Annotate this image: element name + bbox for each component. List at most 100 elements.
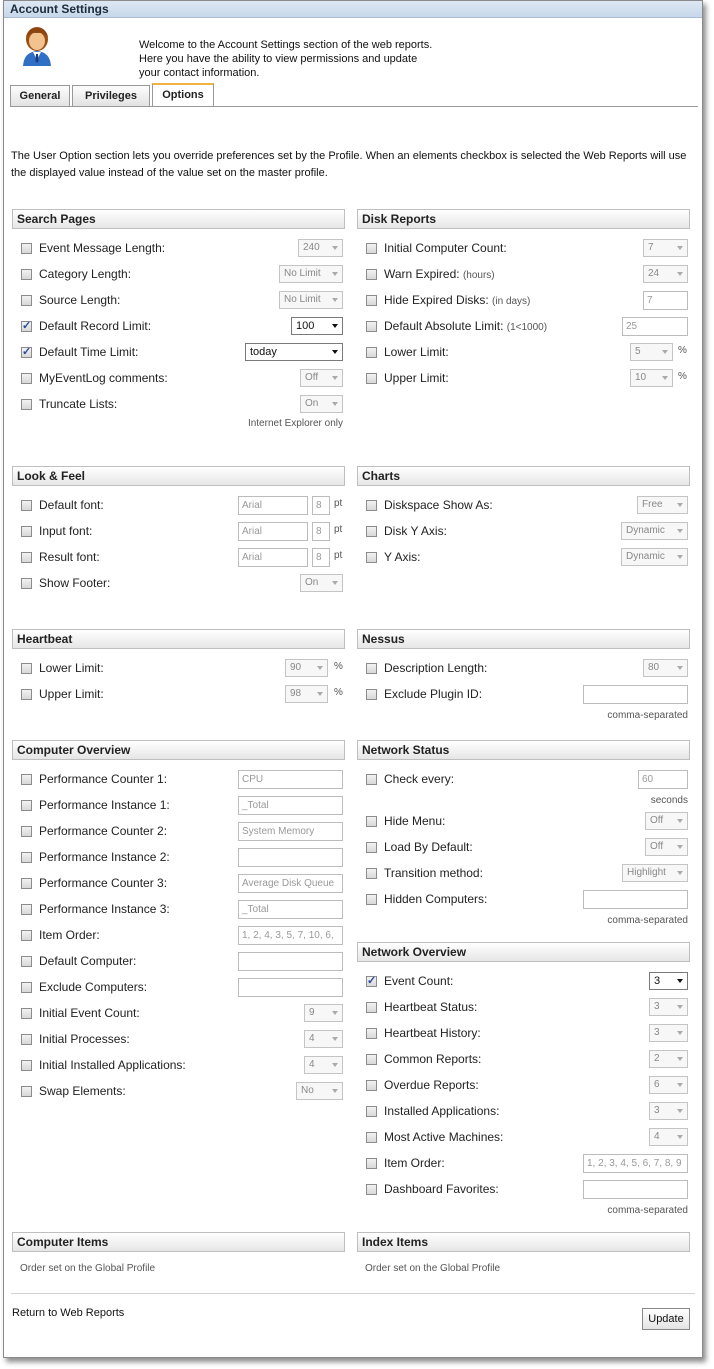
checkbox[interactable] bbox=[366, 1158, 377, 1169]
most-active-machines-select[interactable]: 4 bbox=[649, 1128, 688, 1146]
checkbox[interactable] bbox=[366, 500, 377, 511]
initial-installed-apps-select[interactable]: 4 bbox=[304, 1056, 343, 1074]
diskspace-show-as-select[interactable]: Free bbox=[637, 496, 688, 514]
tab-privileges[interactable]: Privileges bbox=[72, 85, 150, 106]
disk-y-axis-select[interactable]: Dynamic bbox=[621, 522, 688, 540]
perf-instance-1-input[interactable]: _Total bbox=[238, 796, 343, 815]
lower-limit-select[interactable]: 5 bbox=[630, 343, 673, 361]
checkbox[interactable] bbox=[366, 347, 377, 358]
initial-processes-select[interactable]: 4 bbox=[304, 1030, 343, 1048]
checkbox[interactable] bbox=[21, 1060, 32, 1071]
default-time-limit-select[interactable]: today bbox=[245, 343, 343, 361]
checkbox[interactable] bbox=[21, 269, 32, 280]
initial-computer-count-select[interactable]: 7 bbox=[643, 239, 688, 257]
perf-instance-2-input[interactable] bbox=[238, 848, 343, 867]
checkbox[interactable] bbox=[366, 663, 377, 674]
checkbox[interactable] bbox=[366, 373, 377, 384]
heartbeat-history-select[interactable]: 3 bbox=[649, 1024, 688, 1042]
checkbox[interactable] bbox=[21, 295, 32, 306]
checkbox[interactable] bbox=[21, 774, 32, 785]
checkbox[interactable] bbox=[366, 1054, 377, 1065]
exclude-computers-input[interactable] bbox=[238, 978, 343, 997]
checkbox[interactable] bbox=[21, 373, 32, 384]
checkbox[interactable] bbox=[21, 826, 32, 837]
checkbox[interactable] bbox=[21, 578, 32, 589]
exclude-plugin-id-input[interactable] bbox=[583, 685, 688, 704]
installed-applications-select[interactable]: 3 bbox=[649, 1102, 688, 1120]
dashboard-favorites-input[interactable] bbox=[583, 1180, 688, 1199]
checkbox[interactable] bbox=[366, 1028, 377, 1039]
checkbox[interactable] bbox=[21, 552, 32, 563]
checkbox[interactable] bbox=[21, 904, 32, 915]
checkbox[interactable] bbox=[21, 689, 32, 700]
checkbox[interactable] bbox=[366, 269, 377, 280]
input-font-input[interactable]: Arial bbox=[238, 522, 308, 541]
checkbox[interactable] bbox=[21, 345, 32, 358]
default-record-limit-select[interactable]: 100 bbox=[291, 317, 343, 335]
event-count-select[interactable]: 3 bbox=[649, 972, 688, 990]
checkbox[interactable] bbox=[366, 894, 377, 905]
checkbox[interactable] bbox=[366, 1132, 377, 1143]
heartbeat-status-select[interactable]: 3 bbox=[649, 998, 688, 1016]
hide-menu-select[interactable]: Off bbox=[645, 812, 688, 830]
initial-event-count-select[interactable]: 9 bbox=[304, 1004, 343, 1022]
source-length-select[interactable]: No Limit bbox=[279, 291, 343, 309]
truncate-lists-select[interactable]: On bbox=[300, 395, 343, 413]
checkbox[interactable] bbox=[366, 321, 377, 332]
checkbox[interactable] bbox=[366, 1106, 377, 1117]
checkbox[interactable] bbox=[21, 319, 32, 332]
network-item-order-input[interactable]: 1, 2, 3, 4, 5, 6, 7, 8, 9 bbox=[583, 1154, 688, 1173]
check-every-input[interactable]: 60 bbox=[638, 770, 688, 789]
checkbox[interactable] bbox=[21, 1034, 32, 1045]
checkbox[interactable] bbox=[21, 852, 32, 863]
checkbox[interactable] bbox=[21, 399, 32, 410]
heartbeat-lower-limit-select[interactable]: 90 bbox=[285, 659, 328, 677]
transition-method-select[interactable]: Highlight bbox=[622, 864, 688, 882]
description-length-select[interactable]: 80 bbox=[643, 659, 688, 677]
checkbox[interactable] bbox=[21, 800, 32, 811]
checkbox[interactable] bbox=[366, 1080, 377, 1091]
result-font-input[interactable]: Arial bbox=[238, 548, 308, 567]
checkbox[interactable] bbox=[21, 1008, 32, 1019]
perf-counter-3-input[interactable]: Average Disk Queue bbox=[238, 874, 343, 893]
checkbox[interactable] bbox=[366, 842, 377, 853]
default-font-input[interactable]: Arial bbox=[238, 496, 308, 515]
y-axis-select[interactable]: Dynamic bbox=[621, 548, 688, 566]
checkbox[interactable] bbox=[21, 956, 32, 967]
perf-instance-3-input[interactable]: _Total bbox=[238, 900, 343, 919]
item-order-input[interactable]: 1, 2, 4, 3, 5, 7, 10, 6, bbox=[238, 926, 343, 945]
tab-general[interactable]: General bbox=[10, 85, 70, 106]
checkbox[interactable] bbox=[366, 1002, 377, 1013]
checkbox[interactable] bbox=[366, 689, 377, 700]
checkbox[interactable] bbox=[366, 974, 377, 987]
perf-counter-2-input[interactable]: System Memory bbox=[238, 822, 343, 841]
checkbox[interactable] bbox=[21, 243, 32, 254]
warn-expired-select[interactable]: 24 bbox=[643, 265, 688, 283]
perf-counter-1-input[interactable]: CPU bbox=[238, 770, 343, 789]
event-message-length-select[interactable]: 240 bbox=[298, 239, 343, 257]
upper-limit-select[interactable]: 10 bbox=[630, 369, 673, 387]
checkbox[interactable] bbox=[21, 1086, 32, 1097]
checkbox[interactable] bbox=[21, 878, 32, 889]
checkbox[interactable] bbox=[21, 982, 32, 993]
checkbox[interactable] bbox=[366, 295, 377, 306]
default-font-size-input[interactable]: 8 bbox=[312, 496, 330, 515]
return-to-web-reports-link[interactable]: Return to Web Reports bbox=[12, 1307, 124, 1319]
checkbox[interactable] bbox=[366, 243, 377, 254]
show-footer-select[interactable]: On bbox=[300, 574, 343, 592]
update-button[interactable]: Update bbox=[642, 1308, 690, 1330]
hide-expired-disks-input[interactable]: 7 bbox=[643, 291, 688, 310]
load-by-default-select[interactable]: Off bbox=[645, 838, 688, 856]
checkbox[interactable] bbox=[366, 816, 377, 827]
checkbox[interactable] bbox=[366, 868, 377, 879]
checkbox[interactable] bbox=[366, 526, 377, 537]
heartbeat-upper-limit-select[interactable]: 98 bbox=[285, 685, 328, 703]
default-computer-input[interactable] bbox=[238, 952, 343, 971]
myeventlog-comments-select[interactable]: Off bbox=[300, 369, 343, 387]
checkbox[interactable] bbox=[21, 500, 32, 511]
category-length-select[interactable]: No Limit bbox=[279, 265, 343, 283]
checkbox[interactable] bbox=[21, 930, 32, 941]
common-reports-select[interactable]: 2 bbox=[649, 1050, 688, 1068]
input-font-size-input[interactable]: 8 bbox=[312, 522, 330, 541]
default-absolute-limit-input[interactable]: 25 bbox=[622, 317, 688, 336]
